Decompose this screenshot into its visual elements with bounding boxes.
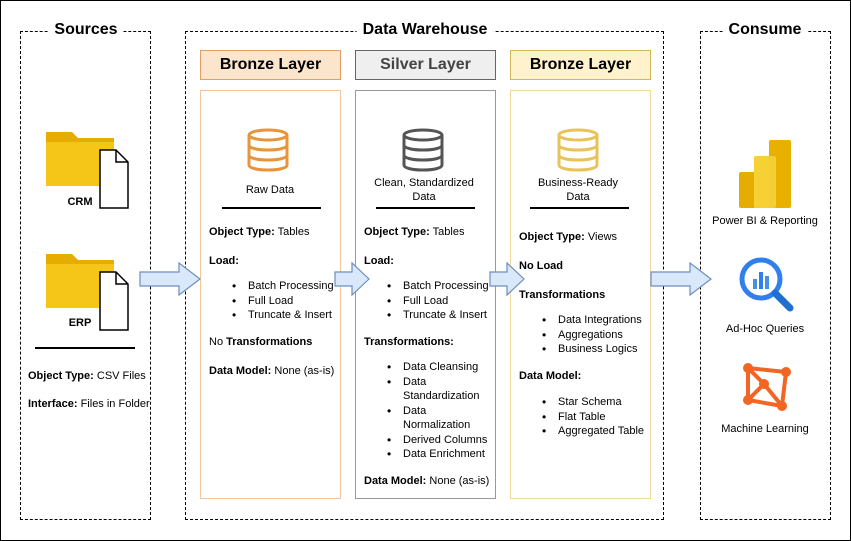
silver-load-list: Batch Processing Full Load Truncate & In… [387,279,489,323]
list-item: Derived Columns [387,433,487,448]
list-item: Data Cleansing [387,360,487,375]
crm-label: CRM [67,196,93,208]
search-chart-icon [739,257,794,312]
silver-database-icon [402,128,444,172]
list-item: Truncate & Insert [232,308,334,323]
consume-item-ad-hoc: Ad-Hoc Queries [725,323,805,335]
bronze-icon-label: Raw Data [245,184,295,196]
bronze-divider [222,207,321,209]
gold-data-model-heading: Data Model: [519,370,582,382]
bronze-database-icon [247,128,289,172]
sources-object-type: Object Type: CSV Files [28,370,146,382]
gold-icon-label-line1: Business-Ready [537,177,619,189]
arrow-silver-to-gold-icon [489,262,525,296]
gold-transformations-heading: Transformations [519,289,606,301]
gold-database-icon [557,128,599,172]
gold-transformations-list: Data Integrations Aggregations Business … [542,313,642,357]
silver-layer-header: Silver Layer [355,50,496,80]
warehouse-title: Data Warehouse [356,21,494,39]
gold-icon-label-line2: Data [566,191,590,203]
gold-object-type: Object Type: Views [519,231,618,243]
list-item: Full Load [232,294,334,309]
gold-divider [530,207,629,209]
consume-title: Consume [722,21,808,39]
sources-title: Sources [48,21,124,39]
list-item: Data Standardization [387,375,479,404]
list-item: Batch Processing [232,279,334,294]
arrow-gold-to-consume-icon [650,262,712,296]
gold-data-model-list: Star Schema Flat Table Aggregated Table [542,395,644,439]
gold-layer-header: Bronze Layer [510,50,651,80]
list-item: Batch Processing [387,279,489,294]
silver-transformations-list: Data Cleansing Data Standardization Data… [387,360,487,462]
arrow-sources-to-bronze-icon [139,262,201,296]
bronze-layer-header: Bronze Layer [200,50,341,80]
gold-no-load: No Load [519,260,563,272]
list-item: Data Integrations [542,313,642,328]
bronze-no-transformations: No Transformations [209,336,313,348]
list-item: Business Logics [542,342,642,357]
silver-icon-label-line1: Clean, Standardized [374,177,474,189]
bronze-data-model: Data Model: None (as-is) [209,365,335,377]
silver-data-model: Data Model: None (as-is) [364,475,490,487]
bronze-object-type: Object Type: Tables [209,226,310,238]
silver-object-type: Object Type: Tables [364,226,465,238]
list-item: Truncate & Insert [387,308,489,323]
arrow-bronze-to-silver-icon [334,262,370,296]
consume-item-machine-learning: Machine Learning [721,423,809,435]
consume-item-power-bi: Power BI & Reporting [712,215,818,227]
sources-interface: Interface: Files in Folder [28,398,150,410]
sources-divider [35,347,135,349]
silver-divider [376,207,475,209]
list-item: Data Enrichment [387,447,487,462]
list-item: Flat Table [542,410,644,425]
bronze-load-heading: Load: [209,255,239,267]
bronze-load-list: Batch Processing Full Load Truncate & In… [232,279,334,323]
list-item: Aggregated Table [542,424,644,439]
silver-transformations-heading: Transformations: [364,336,454,348]
machine-learning-icon [743,363,791,411]
list-item: Aggregations [542,328,642,343]
list-item: Star Schema [542,395,644,410]
power-bi-icon [739,140,791,208]
erp-label: ERP [68,317,92,329]
list-item: Data Normalization [387,404,477,433]
silver-icon-label-line2: Data [412,191,436,203]
list-item: Full Load [387,294,489,309]
